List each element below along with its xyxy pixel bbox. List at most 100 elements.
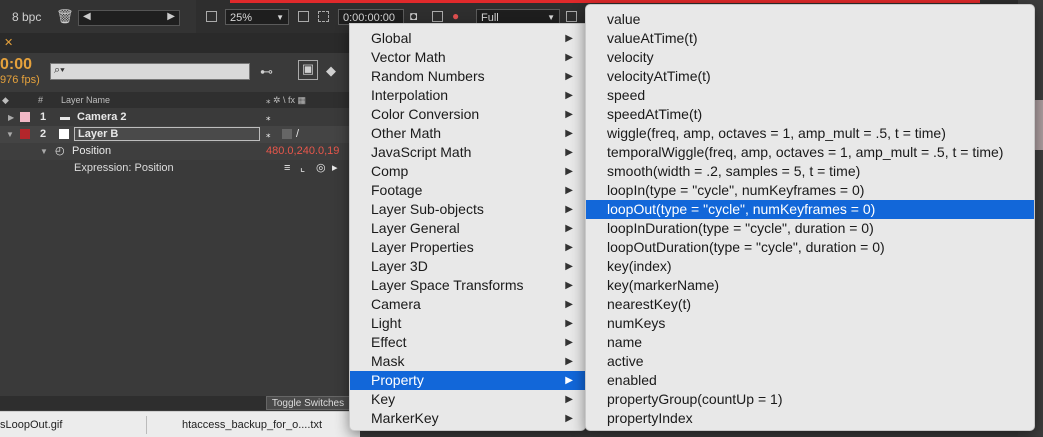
submenu-item-name[interactable]: name xyxy=(586,333,1034,352)
menu-item-label: Camera xyxy=(371,296,421,312)
submenu-item-loopinduration-type-cycle-duration-0[interactable]: loopInDuration(type = "cycle", duration … xyxy=(586,219,1034,238)
submenu-item-active[interactable]: active xyxy=(586,352,1034,371)
color-channels-icon[interactable]: ● xyxy=(452,9,459,23)
submenu-item-smooth-width-2-samples-5-t-time[interactable]: smooth(width = .2, samples = 5, t = time… xyxy=(586,162,1034,181)
download-item[interactable]: sLoopOut.gif xyxy=(0,416,62,434)
submenu-item-temporalwiggle-freq-amp-octaves-1-amp-mult-5-t-time[interactable]: temporalWiggle(freq, amp, octaves = 1, a… xyxy=(586,143,1034,162)
menu-item-comp[interactable]: Comp ▶ xyxy=(350,162,585,181)
zoom-dropdown[interactable]: 25% ▼ xyxy=(225,9,289,25)
toggle-switches-button[interactable]: Toggle Switches xyxy=(266,396,350,410)
cube-icon[interactable]: ◆ xyxy=(326,63,336,79)
submenu-item-propertygroup-countup-1[interactable]: propertyGroup(countUp = 1) xyxy=(586,390,1034,409)
menu-item-global[interactable]: Global ▶ xyxy=(350,29,585,48)
menu-item-mask[interactable]: Mask ▶ xyxy=(350,352,585,371)
position-value[interactable]: 480.0,240.0,19 xyxy=(266,143,339,160)
submenu-item-key-index[interactable]: key(index) xyxy=(586,257,1034,276)
composition-mini-flowchart-icon[interactable]: ⊷ xyxy=(260,64,273,80)
expression-row: Expression: Position ≡ ⌞ ◎ ▸ xyxy=(0,160,350,177)
expression-language-menu-icon[interactable]: ▸ xyxy=(332,160,338,177)
menu-item-key[interactable]: Key ▶ xyxy=(350,390,585,409)
menu-item-camera[interactable]: Camera ▶ xyxy=(350,295,585,314)
submenu-arrow-icon: ▶ xyxy=(565,204,573,215)
submenu-item-valueattime-t[interactable]: valueAtTime(t) xyxy=(586,29,1034,48)
layer-color-swatch[interactable] xyxy=(20,112,30,122)
menu-item-label: MarkerKey xyxy=(371,410,439,426)
submenu-arrow-icon: ▶ xyxy=(565,375,573,386)
expand-arrow-icon[interactable]: ▼ xyxy=(40,143,48,160)
graph-icon[interactable]: ⌞ xyxy=(300,160,305,177)
trash-icon[interactable]: 🗑 xyxy=(56,8,74,25)
layer-color-swatch[interactable] xyxy=(20,129,30,139)
expression-enable-icon[interactable]: ≡ xyxy=(284,160,290,177)
submenu-item-loopin-type-cycle-numkeyframes-0[interactable]: loopIn(type = "cycle", numKeyframes = 0) xyxy=(586,181,1034,200)
layer-name-edit-field[interactable]: Layer B xyxy=(74,127,260,141)
scroll-left-icon[interactable]: ◀ xyxy=(83,11,91,22)
grid-icon[interactable] xyxy=(318,11,329,22)
collapse-arrow-icon[interactable]: ▼ xyxy=(6,126,14,143)
submenu-item-propertyindex[interactable]: propertyIndex xyxy=(586,409,1034,428)
layer-name[interactable]: Camera 2 xyxy=(77,109,127,126)
property-name: Position xyxy=(72,145,112,157)
divider xyxy=(146,416,147,434)
menu-item-layer-properties[interactable]: Layer Properties ▶ xyxy=(350,238,585,257)
submenu-arrow-icon: ▶ xyxy=(565,33,573,44)
camera-snapshot-icon[interactable]: ◘ xyxy=(410,9,417,23)
submenu-item-key-markername[interactable]: key(markerName) xyxy=(586,276,1034,295)
menu-item-random-numbers[interactable]: Random Numbers ▶ xyxy=(350,67,585,86)
menu-item-javascript-math[interactable]: JavaScript Math ▶ xyxy=(350,143,585,162)
submenu-arrow-icon: ▶ xyxy=(565,394,573,405)
layer-row[interactable]: ▼ 2 Layer B ⁎ / xyxy=(0,126,350,143)
menu-item-property[interactable]: Property ▶ xyxy=(350,371,585,390)
scroll-right-icon[interactable]: ▶ xyxy=(167,11,175,22)
column-layer-name-header[interactable]: Layer Name xyxy=(61,92,110,108)
menu-item-label: Random Numbers xyxy=(371,68,485,84)
menu-item-label: Global xyxy=(371,30,412,46)
submenu-item-numkeys[interactable]: numKeys xyxy=(586,314,1034,333)
property-row[interactable]: ▼ ◴ Position 480.0,240.0,19 xyxy=(0,143,350,160)
menu-item-interpolation[interactable]: Interpolation ▶ xyxy=(350,86,585,105)
pickwhip-icon[interactable]: ◎ xyxy=(316,160,326,177)
menu-item-label: Interpolation xyxy=(371,87,449,103)
show-snapshot-icon[interactable] xyxy=(432,11,443,22)
roi-icon[interactable] xyxy=(566,11,577,22)
submenu-item-wiggle-freq-amp-octaves-1-amp-mult-5-t-time[interactable]: wiggle(freq, amp, octaves = 1, amp_mult … xyxy=(586,124,1034,143)
submenu-item-loopout-type-cycle-numkeyframes-0[interactable]: loopOut(type = "cycle", numKeyframes = 0… xyxy=(586,200,1034,219)
submenu-item-velocityattime-t[interactable]: velocityAtTime(t) xyxy=(586,67,1034,86)
expand-arrow-icon[interactable]: ▶ xyxy=(8,109,14,126)
menu-item-effect[interactable]: Effect ▶ xyxy=(350,333,585,352)
submenu-item-velocity[interactable]: velocity xyxy=(586,48,1034,67)
project-scrollbar[interactable]: ◀ ▶ xyxy=(78,10,180,26)
current-time-display[interactable]: 0:00 xyxy=(0,56,32,74)
menu-item-footage[interactable]: Footage ▶ xyxy=(350,181,585,200)
shy-switch-icon[interactable]: ⁎ xyxy=(266,126,271,143)
submenu-item-speed[interactable]: speed xyxy=(586,86,1034,105)
menu-item-light[interactable]: Light ▶ xyxy=(350,314,585,333)
fit-icon[interactable] xyxy=(298,11,309,22)
draft-3d-icon[interactable]: ▣ xyxy=(298,60,318,80)
close-tab-icon[interactable]: ✕ xyxy=(4,36,13,49)
menu-item-layer-space-transforms[interactable]: Layer Space Transforms ▶ xyxy=(350,276,585,295)
timeline-search-input[interactable]: ⌕▾ xyxy=(50,63,250,80)
motion-blur-slash-icon[interactable]: / xyxy=(296,126,299,143)
submenu-item-loopoutduration-type-cycle-duration-0[interactable]: loopOutDuration(type = "cycle", duration… xyxy=(586,238,1034,257)
menu-item-layer-sub-objects[interactable]: Layer Sub-objects ▶ xyxy=(350,200,585,219)
download-item[interactable]: htaccess_backup_for_o....txt xyxy=(182,416,322,434)
menu-item-layer-3d[interactable]: Layer 3D ▶ xyxy=(350,257,585,276)
menu-item-other-math[interactable]: Other Math ▶ xyxy=(350,124,585,143)
submenu-item-value[interactable]: value xyxy=(586,10,1034,29)
bit-depth-button[interactable]: 8 bpc xyxy=(12,10,41,24)
menu-item-vector-math[interactable]: Vector Math ▶ xyxy=(350,48,585,67)
viewer-red-border xyxy=(230,0,980,3)
menu-item-color-conversion[interactable]: Color Conversion ▶ xyxy=(350,105,585,124)
shy-switch-icon[interactable]: ⁎ xyxy=(266,109,271,126)
submenu-item-enabled[interactable]: enabled xyxy=(586,371,1034,390)
submenu-item-nearestkey-t[interactable]: nearestKey(t) xyxy=(586,295,1034,314)
quality-switch[interactable] xyxy=(282,129,292,139)
switches-header-icons: ⁎ ✲ \ fx ▦ xyxy=(266,95,307,105)
stopwatch-icon[interactable]: ◴ xyxy=(55,143,65,160)
region-icon[interactable] xyxy=(206,11,217,22)
menu-item-layer-general[interactable]: Layer General ▶ xyxy=(350,219,585,238)
menu-item-markerkey[interactable]: MarkerKey ▶ xyxy=(350,409,585,428)
layer-row[interactable]: ▶ 1 ▬ Camera 2 ⁎ xyxy=(0,109,350,126)
submenu-item-speedattime-t[interactable]: speedAtTime(t) xyxy=(586,105,1034,124)
